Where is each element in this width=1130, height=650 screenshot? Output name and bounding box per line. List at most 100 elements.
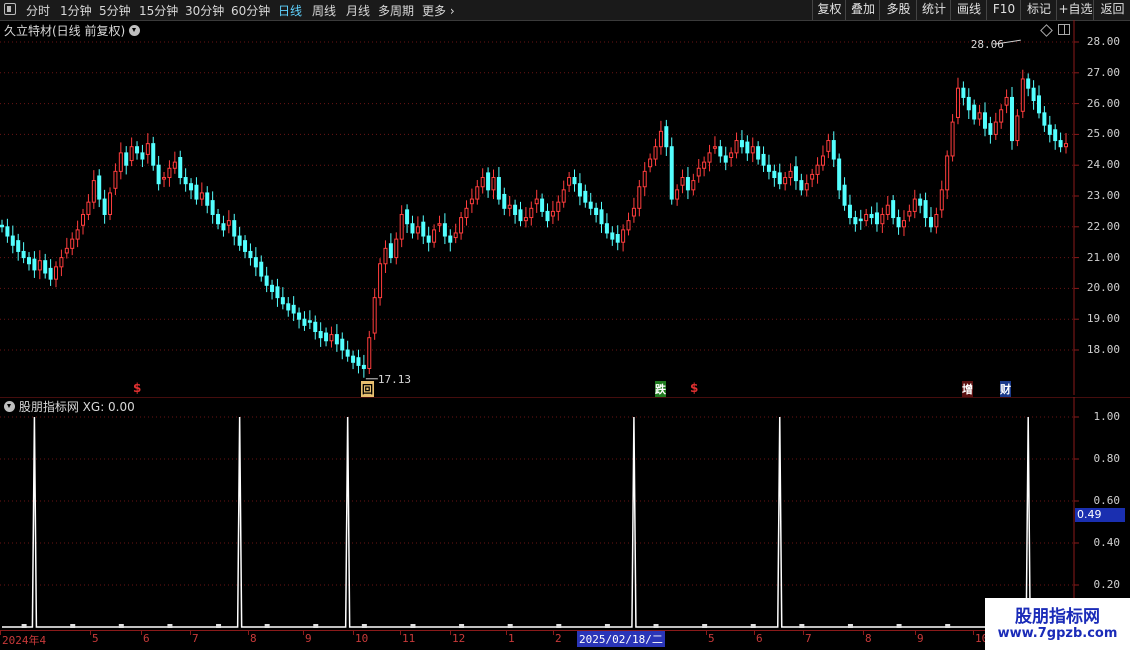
toolbar-button-1[interactable]: 叠加 (845, 0, 880, 20)
period-tab-8[interactable]: 月线 (346, 2, 370, 19)
toolbar-button-7[interactable]: +自选 (1056, 0, 1094, 20)
xg-signal-line (2, 416, 1066, 628)
period-tab-1[interactable]: 1分钟 (60, 2, 92, 19)
price-axis-label: 26.00 (1086, 96, 1120, 110)
candle-body (189, 183, 194, 191)
candle-body (772, 170, 777, 179)
event-marker-1[interactable]: 回 (361, 381, 374, 397)
toolbar-button-2[interactable]: 多股 (879, 0, 917, 20)
panel-dropdown-icon[interactable] (129, 25, 141, 36)
xg-baseline-marker (459, 624, 465, 628)
candle-body (372, 297, 377, 334)
date-axis-label: 12 (452, 632, 466, 645)
candle-body (162, 177, 167, 180)
period-tab-3[interactable]: 15分钟 (139, 2, 178, 19)
toolbar-button-6[interactable]: 标记 (1020, 0, 1057, 20)
event-marker-5[interactable]: 财 (1000, 381, 1011, 397)
indicator-axis-label: 1.00 (1093, 410, 1121, 423)
period-tab-0[interactable]: 分时 (26, 2, 50, 19)
indicator-axis-label: 0.60 (1093, 494, 1121, 507)
candle-body (777, 172, 782, 185)
period-tab-5[interactable]: 60分钟 (231, 2, 270, 19)
xg-baseline-marker (896, 624, 902, 628)
candle-body (826, 140, 831, 152)
candle-body (982, 112, 987, 129)
panel-toggle-icon[interactable] (1058, 24, 1070, 35)
event-marker-2[interactable]: 跌 (655, 381, 666, 397)
period-tab-7[interactable]: 周线 (312, 2, 336, 19)
candle-body (351, 355, 356, 363)
candle-body (783, 177, 788, 185)
candle-body (842, 184, 847, 206)
date-axis-tick (915, 630, 916, 635)
price-axis-label: 23.00 (1086, 189, 1120, 202)
indicator-dropdown-icon[interactable] (4, 401, 15, 412)
event-marker-3[interactable]: $ (690, 381, 698, 395)
candle-body (1047, 124, 1052, 135)
candle-body (356, 357, 361, 366)
period-tab-6[interactable]: 日线 (278, 2, 302, 19)
candle-body (129, 146, 134, 162)
candle-body (729, 152, 734, 159)
candle-body (972, 104, 977, 120)
candle-body (572, 177, 577, 185)
period-tab-10[interactable]: 更多 › (422, 2, 455, 19)
candle-body (480, 177, 485, 188)
event-marker-0[interactable]: $ (133, 381, 141, 395)
candle-body (340, 338, 345, 351)
watermark-url: www.7gpzb.com (997, 626, 1118, 641)
candle-body (977, 112, 982, 120)
candle-body (955, 87, 960, 118)
candle-body (1009, 96, 1014, 142)
period-tab-9[interactable]: 多周期 (378, 2, 414, 19)
candle-body (804, 183, 809, 191)
candle-body (939, 189, 944, 211)
candle-body (621, 229, 626, 243)
candle-body (928, 217, 933, 228)
candle-body (59, 257, 64, 268)
candle-body (766, 164, 771, 172)
xg-baseline-marker (21, 624, 27, 628)
main-panel-title: 久立特材(日线 前复权) (4, 24, 126, 38)
candlestick-chart[interactable]: 28.06 17.13 (0, 20, 1130, 395)
date-axis-label: 5 (708, 632, 715, 645)
date-axis-tick (141, 630, 142, 635)
event-marker-4[interactable]: 增 (962, 381, 973, 397)
indicator-chart[interactable] (0, 397, 1130, 629)
candle-body (102, 198, 107, 215)
candle-body (507, 204, 512, 209)
period-tab-4[interactable]: 30分钟 (185, 2, 224, 19)
candle-body (691, 180, 696, 191)
xg-baseline-marker (70, 624, 76, 628)
xg-baseline-marker (313, 624, 319, 628)
xg-baseline-marker (750, 624, 756, 628)
candle-body (81, 213, 86, 226)
toolbar-button-5[interactable]: F10 (986, 0, 1021, 20)
candle-body (108, 192, 113, 215)
date-axis-label: 9 (305, 632, 312, 645)
indicator-title: 股朋指标网 (18, 400, 79, 414)
price-axis-label: 21.00 (1086, 250, 1120, 264)
candle-body (426, 235, 431, 243)
candle-body (280, 297, 285, 305)
window-menu-icon[interactable] (4, 3, 16, 15)
toolbar-button-3[interactable]: 统计 (916, 0, 951, 20)
candle-body (680, 177, 685, 186)
candle-body (669, 146, 674, 200)
candle-body (869, 213, 874, 219)
xg-baseline-marker (604, 624, 610, 628)
candle-body (799, 180, 804, 191)
date-axis-tick (190, 630, 191, 635)
toolbar-button-0[interactable]: 复权 (812, 0, 846, 20)
candle-body (70, 238, 75, 249)
candle-body (1042, 112, 1047, 126)
toolbar-button-8[interactable]: 返回 (1093, 0, 1130, 20)
date-axis-label: 2 (555, 632, 562, 645)
candle-body (815, 164, 820, 175)
candle-body (313, 321, 318, 333)
candle-body (297, 312, 302, 320)
candle-body (210, 200, 215, 215)
toolbar-button-4[interactable]: 画线 (950, 0, 987, 20)
period-tab-2[interactable]: 5分钟 (99, 2, 131, 19)
candle-body (178, 157, 183, 179)
